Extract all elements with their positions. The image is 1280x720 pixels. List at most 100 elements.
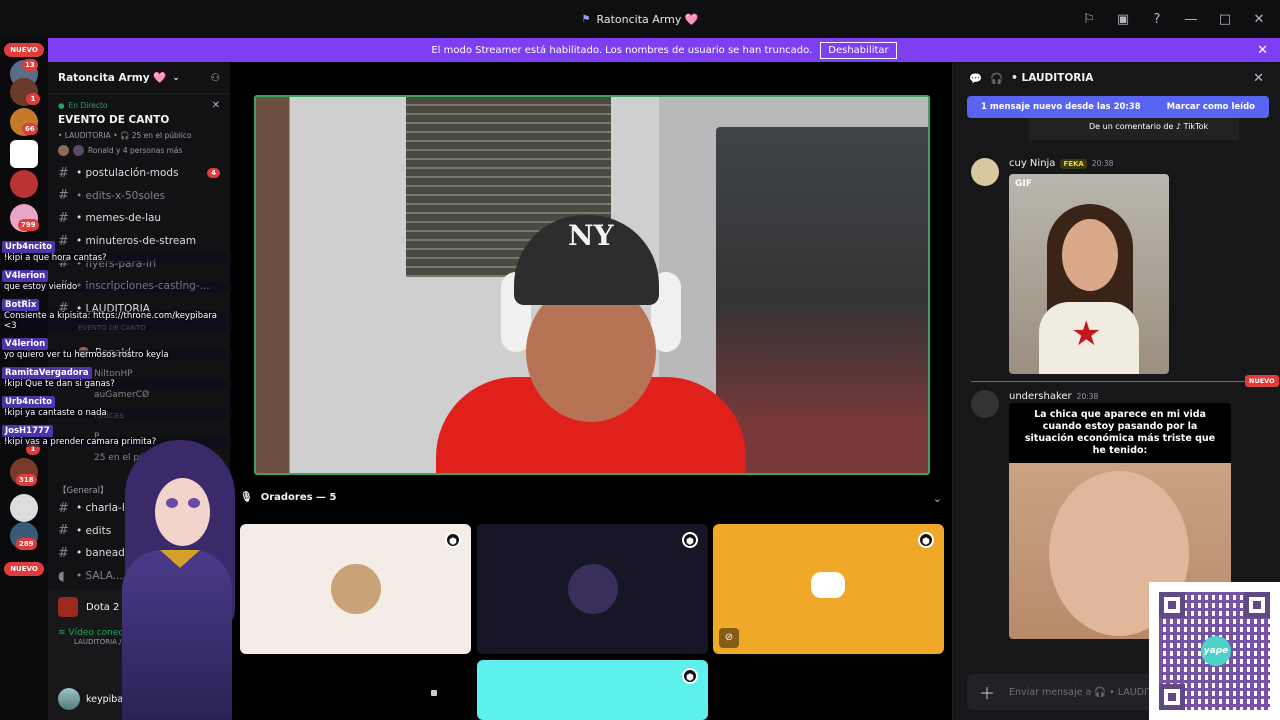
help-icon[interactable]: ?	[1148, 10, 1166, 28]
avatar	[567, 564, 618, 614]
new-messages-bar[interactable]: 1 mensaje nuevo desde las 20:38 Marcar c…	[967, 96, 1269, 118]
overlay-chat-message: que estoy viendo	[2, 282, 232, 292]
channel-name: • edits-x-50soles	[76, 189, 166, 202]
live-status-text: En Directo	[68, 101, 108, 110]
discord-logo-icon: ⚑	[581, 13, 591, 25]
speakers-header: 🎙 Oradores — 5	[240, 492, 337, 503]
server-icon[interactable]	[10, 494, 38, 522]
chat-bubble-icon: 💬	[969, 72, 983, 85]
nuevo-badge: NUEVO	[4, 43, 44, 57]
maximize-icon[interactable]: □	[1216, 10, 1234, 28]
close-event-icon[interactable]: ✕	[212, 100, 220, 111]
live-dot-icon: ●	[58, 101, 65, 110]
banner-close-icon[interactable]: ✕	[1257, 43, 1268, 58]
headphones-icon: 🎧	[990, 72, 1004, 85]
live-status: ● En Directo ✕	[58, 100, 220, 111]
main-video-stream[interactable]: NY	[254, 95, 930, 475]
mark-read-button[interactable]: Marcar como leído	[1167, 102, 1255, 112]
overlay-chat-message: !kipi ya cantaste o nada	[2, 408, 232, 418]
hash-icon: #	[58, 165, 69, 181]
mention-badge: 1	[26, 93, 40, 105]
hash-icon: #	[58, 500, 69, 516]
channel-item[interactable]: # • postulación-mods 4	[48, 162, 230, 185]
minimize-icon[interactable]: —	[1182, 10, 1200, 28]
speakers-title: Oradores — 5	[260, 492, 337, 503]
author-name[interactable]: cuy Ninja	[1009, 158, 1055, 169]
mention-badge: 13	[22, 59, 38, 71]
qr-finder	[1159, 592, 1185, 618]
streamer-mode-banner: El modo Streamer está habilitado. Los no…	[48, 38, 1280, 62]
speaker-tile[interactable]: ⬢	[477, 660, 708, 720]
vtuber-body	[122, 550, 232, 720]
vtuber-eye	[166, 498, 178, 508]
chevron-down-icon[interactable]: ⌄	[933, 492, 942, 505]
dota-icon	[58, 597, 78, 617]
avatar	[58, 145, 69, 156]
speaker-tile[interactable]: ⬢	[477, 524, 708, 654]
mention-badge: 799	[18, 219, 39, 231]
overlay-chat-user: V4lerion	[2, 270, 49, 282]
qr-pattern: yape	[1159, 592, 1270, 710]
moderator-icon: ⬢	[682, 668, 698, 684]
close-chat-icon[interactable]: ✕	[1253, 71, 1264, 86]
channel-item[interactable]: # • memes-de-lau	[48, 207, 230, 230]
disable-streamer-button[interactable]: Deshabilitar	[820, 41, 897, 59]
overlay-chat-user: RamitaVergadora	[2, 367, 92, 379]
avatar	[330, 564, 381, 614]
overlay-chat-message: !kipi a que hora cantas?	[2, 253, 232, 263]
pager-dot[interactable]	[431, 690, 437, 696]
server-name: Ratoncita Army 🩷	[58, 72, 167, 84]
speaker-icon: ◖	[58, 568, 65, 584]
banner-text: El modo Streamer está habilitado. Los no…	[431, 44, 813, 56]
new-messages-text: 1 mensaje nuevo desde las 20:38	[981, 102, 1141, 112]
guild-tag: FEKA	[1060, 158, 1087, 169]
speaker-tile[interactable]: ⬢ ⊘	[713, 524, 944, 654]
signal-icon: ≋	[58, 628, 66, 638]
author-name[interactable]: undershaker	[1009, 391, 1072, 402]
mention-badge: 318	[16, 474, 37, 486]
ny-logo: NY	[568, 219, 614, 252]
overlay-chat-user: BotRix	[2, 299, 40, 311]
overlay-chat-message: !kipi Que te dan si ganas?	[2, 379, 232, 389]
moderator-icon: ⬢	[918, 532, 934, 548]
chevron-down-icon: ⌄	[172, 72, 180, 83]
add-member-icon[interactable]: ⚇	[211, 72, 220, 84]
message-author: undershaker 20:38	[1009, 391, 1098, 402]
channel-item[interactable]: # • edits-x-50soles	[48, 185, 230, 208]
server-icon[interactable]	[10, 170, 38, 198]
hash-icon: #	[58, 523, 69, 539]
server-header[interactable]: Ratoncita Army 🩷 ⌄ ⚇	[48, 62, 230, 94]
mention-badge: 66	[22, 123, 38, 135]
window-title: ⚑ Ratoncita Army 🩷	[581, 13, 698, 26]
qr-finder	[1244, 592, 1270, 618]
gif-attachment[interactable]: ★ GIF	[1009, 174, 1169, 374]
chat-header: 💬 🎧 • LAUDITORIA ✕	[953, 62, 1280, 94]
flag-icon[interactable]: ⚐	[1080, 10, 1098, 28]
mention-badge: 289	[16, 538, 37, 550]
avatar[interactable]	[971, 390, 999, 418]
tiktok-caption: De un comentario de ♪ TikTok	[1029, 118, 1239, 140]
stream-overlay-chat: Urb4ncito !kipi a que hora cantas? V4lerio…	[2, 234, 232, 447]
channel-name: • memes-de-lau	[76, 212, 162, 225]
new-divider-tag: NUEVO	[1245, 375, 1279, 387]
yape-logo: yape	[1201, 636, 1231, 666]
video-shelf	[716, 127, 928, 473]
event-title: EVENTO DE CANTO	[58, 114, 170, 126]
server-icon[interactable]	[10, 140, 38, 168]
gif-face	[1062, 219, 1118, 291]
screen-share-icon[interactable]: ▣	[1114, 10, 1132, 28]
event-meta: • LAUDITORIA • 🎧 25 en el público	[58, 131, 192, 140]
live-event-card[interactable]: ● En Directo ✕ EVENTO DE CANTO • LAUDITO…	[48, 94, 230, 162]
close-icon[interactable]: ✕	[1250, 10, 1268, 28]
avatar[interactable]	[971, 158, 999, 186]
muted-icon: ⊘	[719, 628, 739, 648]
window-title-text: Ratoncita Army 🩷	[596, 12, 699, 26]
add-attachment-icon[interactable]: ＋	[979, 680, 995, 704]
message-time: 20:38	[1076, 392, 1099, 401]
new-divider	[971, 381, 1245, 382]
overlay-chat-user: V4lerion	[2, 338, 49, 350]
speaker-tile[interactable]: ⬢	[240, 524, 471, 654]
attendees-text: Ronald y 4 personas más	[88, 146, 183, 155]
moderator-icon: ⬢	[445, 532, 461, 548]
channel-name: • postulación-mods	[76, 167, 179, 180]
